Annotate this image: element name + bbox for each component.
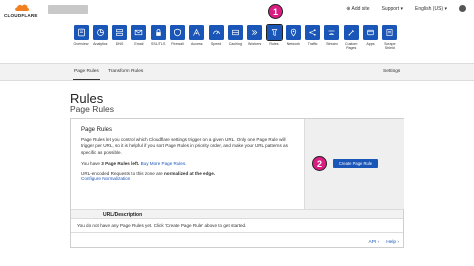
nav-label: Overview: [73, 42, 89, 46]
scrape-shield-icon: [382, 25, 398, 40]
nav-item-caching[interactable]: Caching: [227, 25, 243, 46]
nav-item-stream[interactable]: Stream: [324, 25, 340, 46]
help-label: Help: [386, 240, 397, 245]
speed-icon: [208, 25, 224, 40]
network-icon: [285, 25, 301, 40]
table-header: URL/Description: [71, 209, 403, 219]
nav-label: DNS: [115, 42, 124, 46]
apps-icon: [363, 25, 378, 40]
product-nav: Overview Analytics DNS Email SSL/TLS Firewall…: [0, 22, 474, 62]
api-label: API: [368, 240, 377, 245]
page-rules-card: Page Rules Page Rules let you control wh…: [70, 118, 404, 248]
nav-label: Email: [134, 42, 144, 46]
step-badge-2: 2: [312, 156, 327, 171]
nav-label: Analytics: [93, 42, 108, 46]
email-icon: [131, 25, 147, 40]
buy-more-link[interactable]: Buy More Page Rules.: [141, 161, 187, 166]
subtabs: Page Rules Transform Rules Settings: [0, 63, 474, 81]
nav-label: Firewall: [171, 42, 184, 46]
card-description: Page Rules let you control which Cloudfl…: [81, 137, 288, 155]
table-empty-row: You do not have any Page Rules yet. Clic…: [71, 219, 403, 233]
nav-item-rules[interactable]: Rules: [265, 24, 283, 46]
site-selector[interactable]: [48, 5, 88, 14]
nav-label: Network: [286, 42, 300, 46]
cloudflare-logo[interactable]: CLOUDFLARE: [4, 3, 40, 19]
nav-item-custom-pages[interactable]: Custom Pages: [343, 25, 359, 50]
nav-item-email[interactable]: Email: [131, 25, 147, 46]
cloud-icon: [15, 4, 29, 11]
normalization-line: URL-encoded Requests to this zone are no…: [81, 171, 294, 181]
nav-item-speed[interactable]: Speed: [208, 25, 224, 46]
nav-label: Speed: [210, 42, 222, 46]
rules-icon: [265, 24, 283, 41]
traffic-icon: [305, 25, 321, 40]
nav-item-ssl-tls[interactable]: SSL/TLS: [150, 25, 166, 46]
logo-wordmark: CLOUDFLARE: [4, 13, 38, 18]
nav-item-apps[interactable]: Apps: [363, 25, 379, 46]
tab-settings[interactable]: Settings: [383, 69, 400, 74]
nav-item-analytics[interactable]: Analytics: [92, 25, 108, 46]
empty-message: You do not have any Page Rules yet. Clic…: [77, 223, 247, 228]
create-page-rule-button[interactable]: Create Page Rule: [333, 159, 378, 168]
nav-item-access[interactable]: Access: [189, 25, 205, 46]
configure-normalization-link[interactable]: Configure Normalization: [81, 176, 130, 181]
language-menu[interactable]: English (US) ▾: [415, 6, 447, 12]
caching-icon: [227, 25, 243, 40]
user-icon[interactable]: [459, 5, 466, 12]
workers-icon: [247, 25, 263, 40]
lock-icon: [150, 25, 166, 40]
card-title: Page Rules: [81, 127, 113, 133]
help-link[interactable]: Help ›: [386, 240, 399, 245]
nav-item-firewall[interactable]: Firewall: [170, 25, 186, 46]
nav-item-overview[interactable]: Overview: [73, 25, 89, 46]
stream-icon: [324, 25, 340, 40]
add-site-link[interactable]: ⊕ Add site: [346, 6, 369, 12]
nav-item-workers[interactable]: Workers: [247, 25, 263, 46]
tab-page-rules[interactable]: Page Rules: [73, 69, 100, 80]
page-subtitle: Page Rules: [70, 104, 114, 114]
api-link[interactable]: API ›: [369, 240, 380, 245]
nav-label: Traffic: [307, 42, 318, 46]
add-site-label: Add site: [351, 5, 370, 12]
dns-icon: [112, 25, 128, 40]
rules-left-prefix: You have: [81, 161, 102, 167]
nav-item-traffic[interactable]: Traffic: [305, 25, 321, 46]
nav-label: Custom Pages: [344, 42, 358, 51]
language-label: English (US): [415, 5, 444, 12]
nav-label: Apps: [366, 42, 375, 46]
support-menu[interactable]: Support ▾: [382, 6, 403, 12]
access-icon: [189, 25, 205, 40]
analytics-icon: [92, 25, 108, 40]
nav-label: Workers: [248, 42, 262, 46]
nav-label: SSL/TLS: [150, 42, 166, 46]
nav-item-dns[interactable]: DNS: [112, 25, 128, 46]
nav-label: Scrape Shield: [384, 42, 396, 51]
normalized-bold: normalized at the edge.: [164, 171, 216, 177]
rules-left-line: You have 3 Page Rules left. Buy More Pag…: [81, 161, 294, 166]
tab-transform-rules[interactable]: Transform Rules: [108, 69, 143, 74]
rules-left-count: 3 Page Rules left.: [101, 161, 140, 167]
overview-icon: [73, 25, 89, 40]
nav-item-network[interactable]: Network: [285, 25, 301, 46]
nav-label: Access: [191, 42, 203, 46]
nav-item-scrape-shield[interactable]: Scrape Shield: [382, 25, 398, 50]
step-badge-1: 1: [268, 4, 283, 19]
url-description-header: URL/Description: [103, 212, 143, 218]
top-bar: CLOUDFLARE ⊕ Add site Support ▾ English …: [0, 0, 474, 22]
nav-label: Caching: [228, 42, 242, 46]
firewall-icon: [170, 25, 185, 40]
nav-label: Stream: [326, 42, 338, 46]
support-label: Support: [381, 5, 400, 12]
nav-label: Rules: [269, 42, 279, 46]
custom-pages-icon: [343, 25, 359, 40]
